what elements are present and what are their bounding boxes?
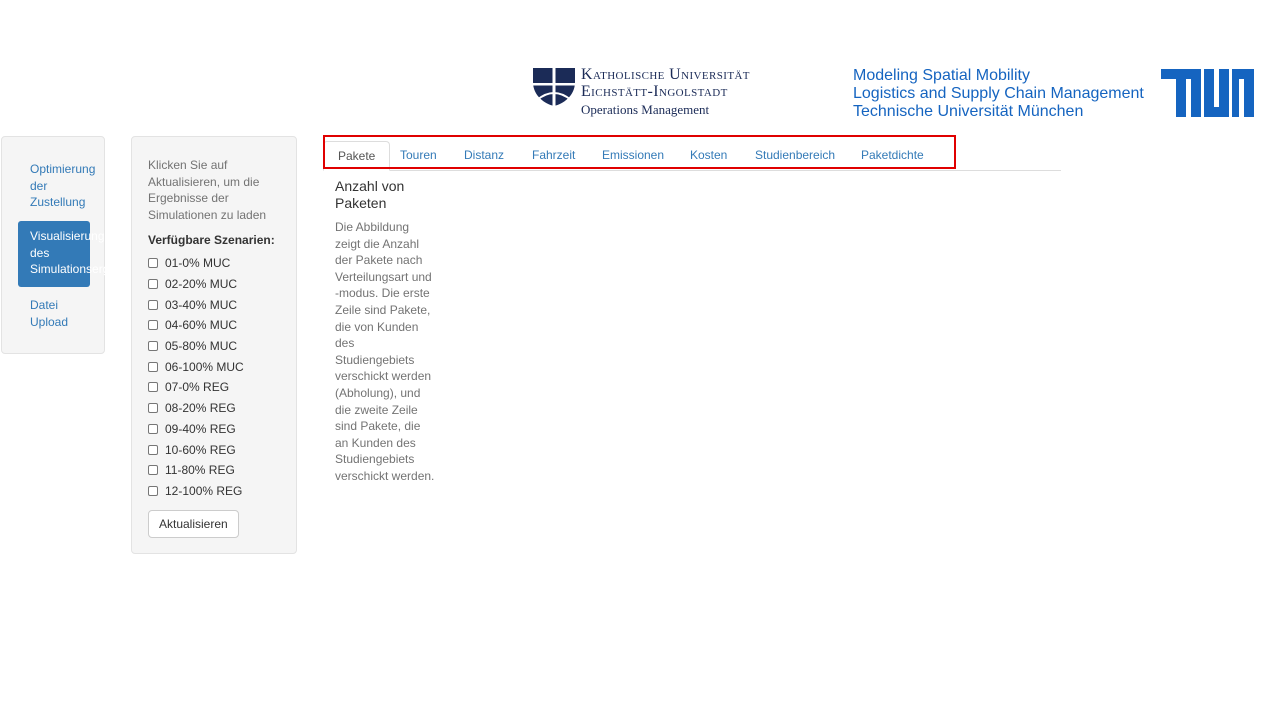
tum-line-2: Logistics and Supply Chain Management: [853, 85, 1144, 102]
checkbox[interactable]: [148, 485, 158, 496]
scenario-label-text: 05-80% MUC: [165, 339, 238, 354]
scenario-item[interactable]: 02-20% MUC: [148, 274, 244, 295]
tab-studienbereich[interactable]: Studienbereich: [741, 141, 849, 170]
tab-kosten[interactable]: Kosten: [676, 141, 741, 170]
tab-emissionen[interactable]: Emissionen: [588, 141, 678, 170]
scenario-item[interactable]: 12-100% REG: [148, 481, 244, 502]
scenario-item[interactable]: 09-40% REG: [148, 419, 244, 440]
update-button[interactable]: Aktualisieren: [148, 510, 239, 538]
nav-item-visualisierung-label: Visualisierung des Simulationsergebnisse: [30, 229, 151, 276]
scenario-label-text: 04-60% MUC: [165, 318, 238, 333]
scenario-label-text: 12-100% REG: [165, 483, 243, 498]
scenario-item[interactable]: 03-40% MUC: [148, 294, 244, 315]
content-description: Die Abbildung zeigt die Anzahl der Paket…: [335, 220, 435, 483]
scenario-item[interactable]: 11-80% REG: [148, 460, 244, 481]
scenario-label: Verfügbare Szenarien:: [148, 233, 275, 247]
scenario-label-text: 11-80% REG: [165, 463, 235, 478]
scenario-label-text: 09-40% REG: [165, 421, 236, 436]
checkbox[interactable]: [148, 299, 158, 310]
scenario-item[interactable]: 10-60% REG: [148, 439, 244, 460]
scenario-label-text: 06-100% MUC: [165, 359, 244, 374]
scenario-label-text: 01-0% MUC: [165, 256, 231, 271]
tab-fahrzeit[interactable]: Fahrzeit: [518, 141, 589, 170]
scenario-label-text: 02-20% MUC: [165, 277, 238, 292]
checkbox[interactable]: [148, 320, 158, 331]
nav-item-upload[interactable]: Datei Upload: [18, 297, 90, 330]
ku-name-line2: Eichstätt-Ingolstadt: [581, 83, 728, 100]
checkbox[interactable]: [148, 423, 158, 434]
nav-item-optimierung[interactable]: Optimierung der Zustellung: [18, 161, 95, 211]
scenario-label-text: 10-60% REG: [165, 442, 236, 457]
tab-pakete[interactable]: Pakete: [323, 141, 391, 171]
scenario-list: 01-0% MUC 02-20% MUC 03-40% MUC 04-60% M…: [148, 253, 244, 501]
checkbox[interactable]: [148, 258, 158, 269]
ku-logo: Katholische Universität Eichstätt-Ingols…: [533, 66, 773, 122]
checkbox[interactable]: [148, 382, 158, 393]
tum-line-1: Modeling Spatial Mobility: [853, 67, 1030, 84]
tum-header-text: Modeling Spatial Mobility Logistics and …: [853, 67, 1144, 121]
scenario-item[interactable]: 04-60% MUC: [148, 315, 244, 336]
scenario-item[interactable]: 08-20% REG: [148, 398, 244, 419]
tab-bar: Pakete Touren Distanz Fahrzeit Emissione…: [323, 136, 1061, 171]
checkbox[interactable]: [148, 403, 158, 414]
scenario-label-text: 03-40% MUC: [165, 297, 238, 312]
tab-touren[interactable]: Touren: [386, 141, 451, 170]
scenario-label-text: 07-0% REG: [165, 380, 230, 395]
scenario-item[interactable]: 05-80% MUC: [148, 336, 244, 357]
scenario-item[interactable]: 06-100% MUC: [148, 356, 244, 377]
scenario-label-text: 08-20% REG: [165, 401, 236, 416]
checkbox[interactable]: [148, 279, 158, 290]
ku-name-line1: Katholische Universität: [581, 66, 750, 83]
checkbox[interactable]: [148, 361, 158, 372]
tab-paketdichte[interactable]: Paketdichte: [847, 141, 938, 170]
ku-department: Operations Management: [581, 102, 710, 117]
nav-panel: Optimierung der Zustellung Visualisierun…: [1, 136, 151, 354]
nav-item-visualisierung[interactable]: Visualisierung des Simulationsergebnisse: [18, 221, 151, 287]
content-title: Anzahl von Paketen: [335, 178, 405, 211]
scenario-item[interactable]: 01-0% MUC: [148, 253, 244, 274]
help-text: Klicken Sie auf Aktualisieren, um die Er…: [148, 158, 267, 222]
tum-logo-icon: [1161, 69, 1254, 117]
checkbox[interactable]: [148, 341, 158, 352]
checkbox[interactable]: [148, 444, 158, 455]
scenario-panel: Klicken Sie auf Aktualisieren, um die Er…: [131, 136, 297, 554]
tum-line-3: Technische Universität München: [853, 103, 1084, 120]
tab-distanz[interactable]: Distanz: [450, 141, 518, 170]
ku-shield-icon: [533, 68, 575, 106]
checkbox[interactable]: [148, 465, 158, 476]
scenario-item[interactable]: 07-0% REG: [148, 377, 244, 398]
